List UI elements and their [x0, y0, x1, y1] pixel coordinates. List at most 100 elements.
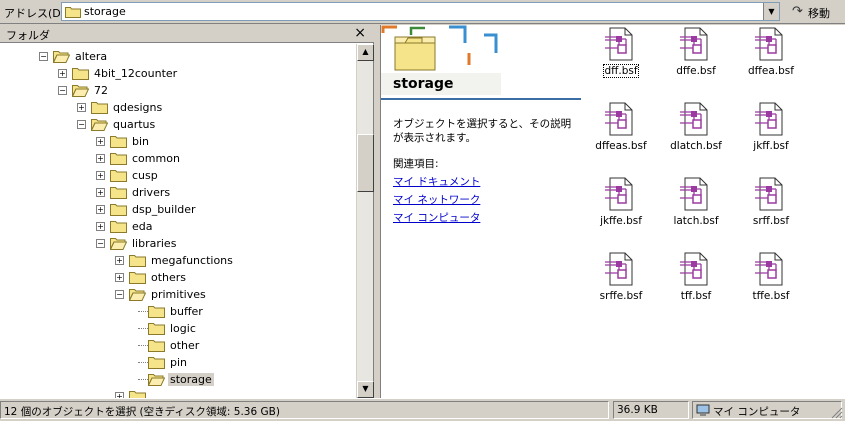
file-label: dffea.bsf [736, 65, 806, 77]
file-item[interactable]: dff.bsf [586, 27, 656, 99]
tree-item-label: bin [132, 135, 150, 148]
go-button[interactable]: ↷ 移動 [788, 2, 842, 22]
tree-item-4bit-12counter[interactable]: +4bit_12counter [0, 65, 355, 82]
tree-item-qdesigns[interactable]: + qdesigns [0, 99, 355, 116]
tree-item-bin[interactable]: + bin [0, 133, 355, 150]
tree-item-label: eda [132, 220, 153, 233]
expand-icon[interactable]: + [96, 222, 105, 231]
file-item[interactable]: tffe.bsf [736, 252, 806, 324]
vertical-scrollbar[interactable]: ▲ ▼ [356, 44, 374, 398]
collapse-icon[interactable]: − [96, 239, 105, 248]
expand-icon[interactable]: + [96, 188, 105, 197]
tree-item-label: megafunctions [151, 254, 233, 267]
go-arrow-icon: ↷ [792, 4, 803, 19]
bsf-file-icon [679, 252, 711, 289]
expand-icon[interactable]: + [58, 69, 67, 78]
tree-item-altera[interactable]: − altera [0, 48, 355, 65]
bsf-file-icon [679, 102, 711, 139]
file-label: tffe.bsf [736, 290, 806, 302]
tree-item-label: quartus [113, 118, 156, 131]
bsf-file-icon [754, 27, 786, 64]
tree-item-cusp[interactable]: + cusp [0, 167, 355, 184]
tree-item-buffer[interactable]: buffer [0, 303, 355, 320]
content-pane: storage オブジェクトを選択すると、その説明が表示されます。 関連項目: … [380, 25, 845, 398]
tree-item-megafunctions[interactable]: + megafunctions [0, 252, 355, 269]
tree-item-logic[interactable]: logic [0, 320, 355, 337]
file-item[interactable]: latch.bsf [661, 177, 731, 249]
tree-item-libraries[interactable]: − libraries [0, 235, 355, 252]
file-item[interactable]: jkff.bsf [736, 102, 806, 174]
file-item[interactable]: srffe.bsf [586, 252, 656, 324]
tree-item-quartus[interactable]: − quartus [0, 116, 355, 133]
expand-icon[interactable]: + [115, 273, 124, 282]
resize-grip-icon[interactable] [831, 407, 843, 419]
expand-icon[interactable]: + [96, 154, 105, 163]
folder-icon [129, 253, 146, 270]
expand-icon[interactable]: + [96, 205, 105, 214]
file-name: dffe.bsf [676, 65, 716, 77]
status-objects: 12 個のオブジェクトを選択 (空きディスク領域: 5.36 GB) [0, 401, 609, 419]
file-item[interactable]: dlatch.bsf [661, 102, 731, 174]
file-item[interactable]: jkffe.bsf [586, 177, 656, 249]
bsf-file-icon [679, 177, 711, 214]
file-item[interactable]: dffea.bsf [736, 27, 806, 99]
tree-connector [138, 328, 148, 329]
folder-icon [110, 134, 127, 151]
collapse-icon[interactable]: − [115, 290, 124, 299]
tree-item-pin[interactable]: pin [0, 354, 355, 371]
file-label: srff.bsf [736, 215, 806, 227]
file-item[interactable]: dffeas.bsf [586, 102, 656, 174]
link-my-computer[interactable]: マイ コンピュータ [393, 210, 480, 225]
folder-icon [91, 100, 108, 117]
file-name: tff.bsf [680, 290, 712, 302]
collapse-icon[interactable]: − [77, 120, 86, 129]
scroll-down-icon[interactable]: ▼ [357, 381, 374, 398]
bsf-file-icon [604, 27, 636, 64]
file-label: srffe.bsf [586, 290, 656, 302]
file-name: dlatch.bsf [670, 140, 722, 152]
address-bar: アドレス(D) storage ▼ ↷ 移動 [0, 0, 845, 24]
address-field[interactable]: storage ▼ [61, 2, 780, 21]
file-item[interactable]: tff.bsf [661, 252, 731, 324]
info-title: storage [393, 76, 454, 92]
expand-icon[interactable]: + [96, 137, 105, 146]
tree-item-common[interactable]: + common [0, 150, 355, 167]
close-icon[interactable]: × [354, 25, 366, 41]
tree-item-other[interactable]: other [0, 337, 355, 354]
link-my-documents[interactable]: マイ ドキュメント [393, 174, 480, 189]
tree-item-label: cusp [132, 169, 158, 182]
status-bar: 12 個のオブジェクトを選択 (空きディスク領域: 5.36 GB) 36.9 … [0, 398, 845, 421]
tree-item-eda[interactable]: + eda [0, 218, 355, 235]
tree-connector [138, 345, 148, 346]
collapse-icon[interactable]: − [58, 86, 67, 95]
tree-item-storage[interactable]: storage [0, 371, 355, 388]
link-my-network[interactable]: マイ ネットワーク [393, 192, 480, 207]
expand-icon[interactable]: + [96, 171, 105, 180]
info-panel: storage オブジェクトを選択すると、その説明が表示されます。 関連項目: … [381, 25, 581, 398]
collapse-icon[interactable]: − [39, 52, 48, 61]
scroll-thumb[interactable] [357, 134, 374, 192]
tree-connector [138, 379, 148, 380]
file-name: dffeas.bsf [595, 140, 647, 152]
go-label: 移動 [808, 7, 830, 20]
file-label: dff.bsf [586, 64, 656, 78]
chevron-down-icon[interactable]: ▼ [763, 3, 779, 20]
tree-item-others[interactable]: + others [0, 269, 355, 286]
file-name: dff.bsf [603, 64, 639, 78]
info-description: オブジェクトを選択すると、その説明が表示されます。 [393, 118, 572, 144]
bsf-file-icon [754, 102, 786, 139]
open-folder-icon [90, 117, 109, 134]
bsf-file-icon [679, 27, 711, 64]
expand-icon[interactable]: + [115, 256, 124, 265]
file-item[interactable]: srff.bsf [736, 177, 806, 249]
address-label: アドレス(D) [4, 7, 66, 20]
file-label: latch.bsf [661, 215, 731, 227]
tree-item-dsp-builder[interactable]: + dsp_builder [0, 201, 355, 218]
tree-item-label: logic [170, 322, 196, 335]
expand-icon[interactable]: + [77, 103, 86, 112]
tree-item-primitives[interactable]: − primitives [0, 286, 355, 303]
tree-item-72[interactable]: − 72 [0, 82, 355, 99]
file-item[interactable]: dffe.bsf [661, 27, 731, 99]
scroll-up-icon[interactable]: ▲ [357, 44, 374, 61]
tree-item-drivers[interactable]: + drivers [0, 184, 355, 201]
